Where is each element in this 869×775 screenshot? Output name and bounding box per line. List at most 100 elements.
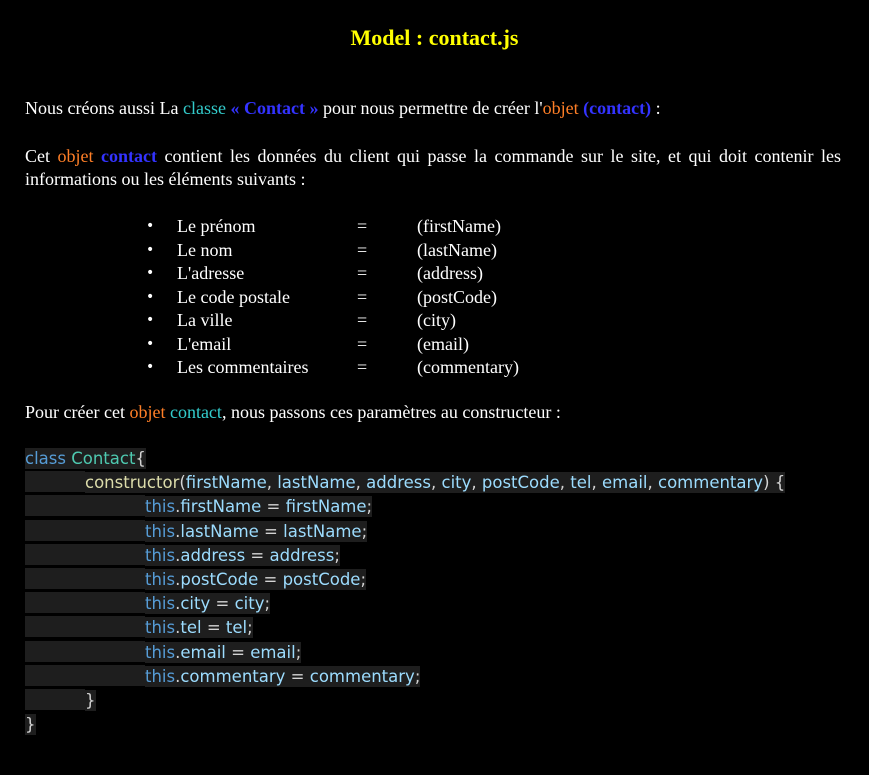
- intro-text: Nous créons aussi La: [25, 98, 183, 118]
- code-highlight: this.postCode = postCode;: [145, 568, 367, 590]
- list-item: • L'adresse = (address): [0, 262, 869, 286]
- code-block: class Contact{constructor(firstName, las…: [25, 447, 786, 737]
- code-line: this.commentary = commentary;: [25, 664, 785, 689]
- code-param: city: [441, 473, 472, 493]
- bullet-icon: •: [146, 288, 155, 305]
- code-this: this: [145, 594, 176, 614]
- equals-sign: =: [357, 286, 368, 307]
- field-label: Le prénom: [177, 216, 256, 236]
- contact-word: contact: [93, 146, 158, 166]
- code-highlight: this.email = email;: [145, 641, 302, 663]
- code-value: address: [269, 545, 335, 565]
- code-semicolon: ;: [360, 569, 367, 589]
- code-class-name: Contact: [71, 449, 136, 468]
- code-line: constructor(firstName, lastName, address…: [25, 471, 786, 495]
- code-equals: =: [201, 618, 226, 638]
- code-param: email: [602, 473, 648, 493]
- code-highlight: }: [25, 714, 36, 736]
- equals-sign: =: [357, 239, 368, 260]
- description-paragraph: Cet objet contact contient les données d…: [25, 145, 841, 191]
- code-constructor: constructor: [85, 473, 180, 493]
- code-value: tel: [225, 618, 248, 638]
- code-semicolon: ;: [264, 594, 271, 614]
- code-equals: =: [258, 569, 283, 589]
- code-brace: }: [25, 715, 36, 735]
- code-property: postCode: [180, 569, 259, 589]
- intro-paragraph: Nous créons aussi La classe « Contact » …: [25, 97, 841, 120]
- field-label: L'adresse: [177, 263, 245, 283]
- equals-sign: =: [357, 310, 368, 330]
- code-this: this: [145, 642, 176, 662]
- code-equals: =: [261, 497, 286, 517]
- code-semicolon: ;: [361, 521, 368, 541]
- code-comma: ,: [591, 473, 602, 493]
- field-label: Le nom: [177, 239, 233, 260]
- description-text: Cet: [25, 146, 58, 166]
- code-equals: =: [258, 521, 284, 541]
- code-highlight: this.address = address;: [145, 544, 340, 566]
- code-param: firstName: [185, 473, 267, 493]
- contact-object-name: (contact): [578, 98, 652, 118]
- intro-text-2: pour nous permettre de créer l': [318, 98, 543, 118]
- code-param: postCode: [481, 473, 560, 493]
- code-value: postCode: [282, 569, 361, 589]
- equals-sign: =: [357, 357, 368, 377]
- code-semicolon: ;: [414, 666, 421, 686]
- list-item: • Le code postale = (postCode): [0, 286, 869, 310]
- code-semicolon: ;: [295, 642, 302, 662]
- field-property: (city): [417, 310, 456, 330]
- code-value: email: [250, 642, 296, 662]
- code-highlight: this.lastName = lastName;: [145, 520, 368, 542]
- code-highlight: this.commentary = commentary;: [145, 665, 421, 687]
- constructor-text-2: , nous passons ces paramètres au constru…: [221, 402, 561, 422]
- code-property: city: [180, 594, 211, 614]
- field-label: La ville: [177, 310, 233, 330]
- code-highlight: this.firstName = firstName;: [145, 496, 373, 518]
- code-line: }: [25, 713, 785, 737]
- code-this: this: [145, 545, 176, 565]
- code-comma: ,: [647, 473, 659, 493]
- code-highlight: this.tel = tel;: [145, 617, 253, 639]
- code-line: this.address = address;: [25, 543, 785, 568]
- code-property: commentary: [180, 666, 286, 686]
- code-this: this: [145, 521, 176, 541]
- list-item: • La ville = (city): [0, 309, 869, 333]
- code-indent: [25, 592, 145, 614]
- list-item: • L'email = (email): [0, 333, 869, 357]
- code-line: this.lastName = lastName;: [25, 519, 785, 544]
- code-comma: ,: [431, 473, 442, 493]
- code-value: lastName: [283, 521, 362, 541]
- code-semicolon: ;: [366, 497, 373, 517]
- code-this: this: [145, 569, 176, 589]
- code-comma: ,: [355, 473, 367, 493]
- code-highlight: this.city = city;: [145, 593, 271, 615]
- code-property: lastName: [180, 521, 259, 541]
- list-item: • Le prénom = (firstName): [0, 215, 869, 239]
- code-comma: ,: [559, 473, 571, 493]
- code-line: this.tel = tel;: [25, 616, 785, 640]
- code-line: this.postCode = postCode;: [25, 567, 785, 592]
- code-property: email: [180, 642, 226, 662]
- code-indent: [25, 688, 85, 710]
- code-indent: [25, 664, 145, 686]
- page-title: Model : contact.js: [350, 25, 519, 50]
- code-indent: [25, 567, 145, 589]
- code-semicolon: ;: [334, 545, 340, 565]
- field-property: (firstName): [417, 216, 501, 236]
- code-property: tel: [180, 618, 202, 638]
- code-value: city: [234, 594, 265, 614]
- code-brace: {: [135, 449, 146, 468]
- code-paren: ) {: [763, 473, 786, 493]
- list-item: • Le nom = (lastName): [0, 239, 869, 263]
- bullet-icon: •: [146, 218, 155, 234]
- code-line: this.email = email;: [25, 640, 785, 665]
- code-line: }: [25, 688, 785, 713]
- field-label: Le code postale: [177, 286, 290, 307]
- contact-word: contact: [165, 402, 222, 422]
- contact-class-name: « Contact »: [225, 98, 319, 118]
- code-property: firstName: [180, 497, 262, 517]
- code-indent: [25, 616, 145, 638]
- code-equals: =: [245, 545, 270, 565]
- field-property: (email): [417, 333, 469, 354]
- intro-colon: :: [651, 98, 661, 118]
